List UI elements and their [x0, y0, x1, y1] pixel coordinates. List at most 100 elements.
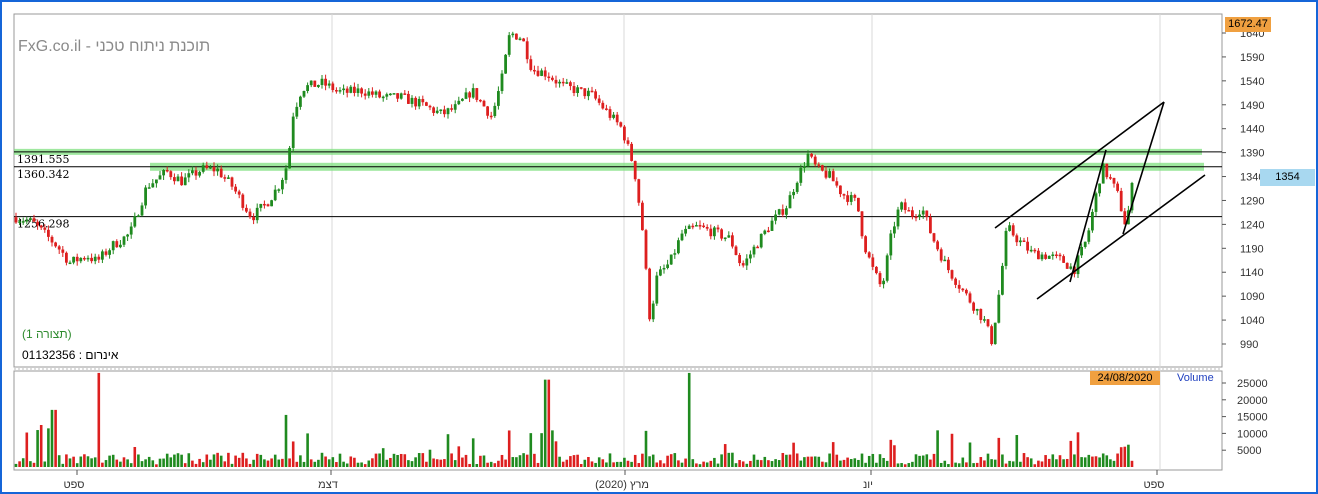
volume-bar — [857, 459, 860, 467]
volume-bar — [165, 453, 169, 467]
candle-body — [345, 88, 349, 93]
candle-body — [263, 203, 266, 206]
volume-bar — [342, 461, 345, 467]
volume-bar — [349, 456, 353, 467]
candle-body — [299, 96, 302, 107]
volume-bar — [313, 461, 317, 467]
volume-bar — [363, 464, 367, 467]
volume-bar — [403, 454, 407, 467]
candle-body — [158, 175, 162, 180]
volume-bar — [759, 460, 763, 467]
volume-bar — [396, 454, 399, 467]
view-label: (תצורה 1) — [22, 327, 72, 341]
volume-bar — [237, 457, 241, 467]
volume-bar — [612, 462, 615, 467]
candle-body — [857, 197, 860, 212]
candle-body — [349, 86, 353, 93]
candle-body — [846, 195, 849, 202]
candle-body — [813, 156, 817, 165]
candle-body — [241, 194, 245, 208]
volume-bar — [493, 463, 497, 467]
candle-body — [839, 185, 842, 195]
candle-body — [122, 236, 126, 245]
volume-bar — [691, 459, 695, 467]
candle-body — [954, 278, 957, 285]
candle-body — [788, 195, 792, 209]
volume-panel-border — [13, 370, 1223, 471]
candle-body — [867, 252, 871, 258]
volume-bar — [515, 457, 518, 467]
candle-body — [205, 165, 209, 169]
candle-body — [392, 93, 396, 95]
volume-bar — [507, 430, 511, 467]
volume-bar — [1004, 463, 1008, 467]
volume-bar — [594, 462, 597, 467]
volume-bar — [1026, 457, 1029, 467]
candle-body — [983, 319, 986, 321]
volume-tick-label: 10000 — [1237, 428, 1268, 440]
candle-body — [21, 221, 25, 223]
volume-bar — [893, 445, 896, 467]
candle-body — [47, 229, 50, 237]
volume-bar — [104, 460, 108, 467]
candle-body — [14, 217, 18, 223]
volume-bar — [129, 463, 133, 467]
candle-body — [864, 236, 867, 253]
candle-body — [734, 246, 738, 256]
candle-body — [828, 171, 831, 178]
candle-body — [882, 280, 885, 285]
candle-body — [407, 93, 410, 104]
candle-body — [756, 246, 759, 249]
volume-bar — [439, 459, 443, 467]
volume-bar — [720, 454, 723, 467]
candle-body — [169, 171, 173, 178]
volume-bar — [381, 448, 385, 467]
candle-body — [608, 109, 612, 118]
volume-bar — [626, 460, 630, 467]
candle-body — [824, 170, 828, 178]
volume-bar — [1116, 453, 1119, 467]
candle-body — [356, 88, 360, 93]
candle-body — [187, 173, 191, 178]
volume-bar — [187, 453, 191, 467]
volume-bar — [475, 463, 479, 467]
candle-body — [792, 191, 795, 196]
candle-body — [914, 216, 918, 219]
volume-bar — [1094, 456, 1098, 467]
volume-bar — [201, 462, 205, 467]
volume-bar — [1123, 446, 1127, 467]
candle-body — [54, 242, 57, 247]
candle-body — [201, 165, 205, 172]
volume-bar — [122, 457, 126, 467]
volume-bar — [176, 453, 180, 467]
volume-bar — [590, 461, 594, 467]
volume-bar — [795, 453, 799, 467]
candle-body — [151, 183, 155, 188]
volume-bar — [536, 462, 540, 467]
candle-body — [252, 216, 255, 221]
volume-bar — [299, 455, 302, 467]
trend-layer — [994, 101, 1206, 300]
candle-body — [1109, 177, 1112, 179]
candle-body — [111, 241, 115, 251]
volume-bar — [662, 463, 666, 467]
volume-bar — [903, 464, 907, 467]
candle-body — [165, 169, 169, 172]
candle-body — [507, 35, 511, 55]
volume-bar — [443, 459, 446, 467]
volume-bar — [1130, 460, 1134, 467]
candle-body — [669, 254, 673, 265]
volume-bar — [39, 425, 43, 467]
candle-body — [687, 225, 691, 229]
volume-bar — [979, 457, 983, 467]
volume-bar — [511, 457, 515, 467]
candle-body — [1080, 246, 1083, 256]
candle-body — [1065, 262, 1069, 269]
candle-body — [374, 91, 378, 95]
volume-bar — [929, 459, 932, 467]
time-tick-label: מרץ (2020) — [595, 479, 649, 491]
candle-body — [587, 90, 590, 97]
candle-body — [18, 221, 21, 223]
candle-body — [986, 319, 990, 327]
candle-body — [140, 205, 144, 216]
